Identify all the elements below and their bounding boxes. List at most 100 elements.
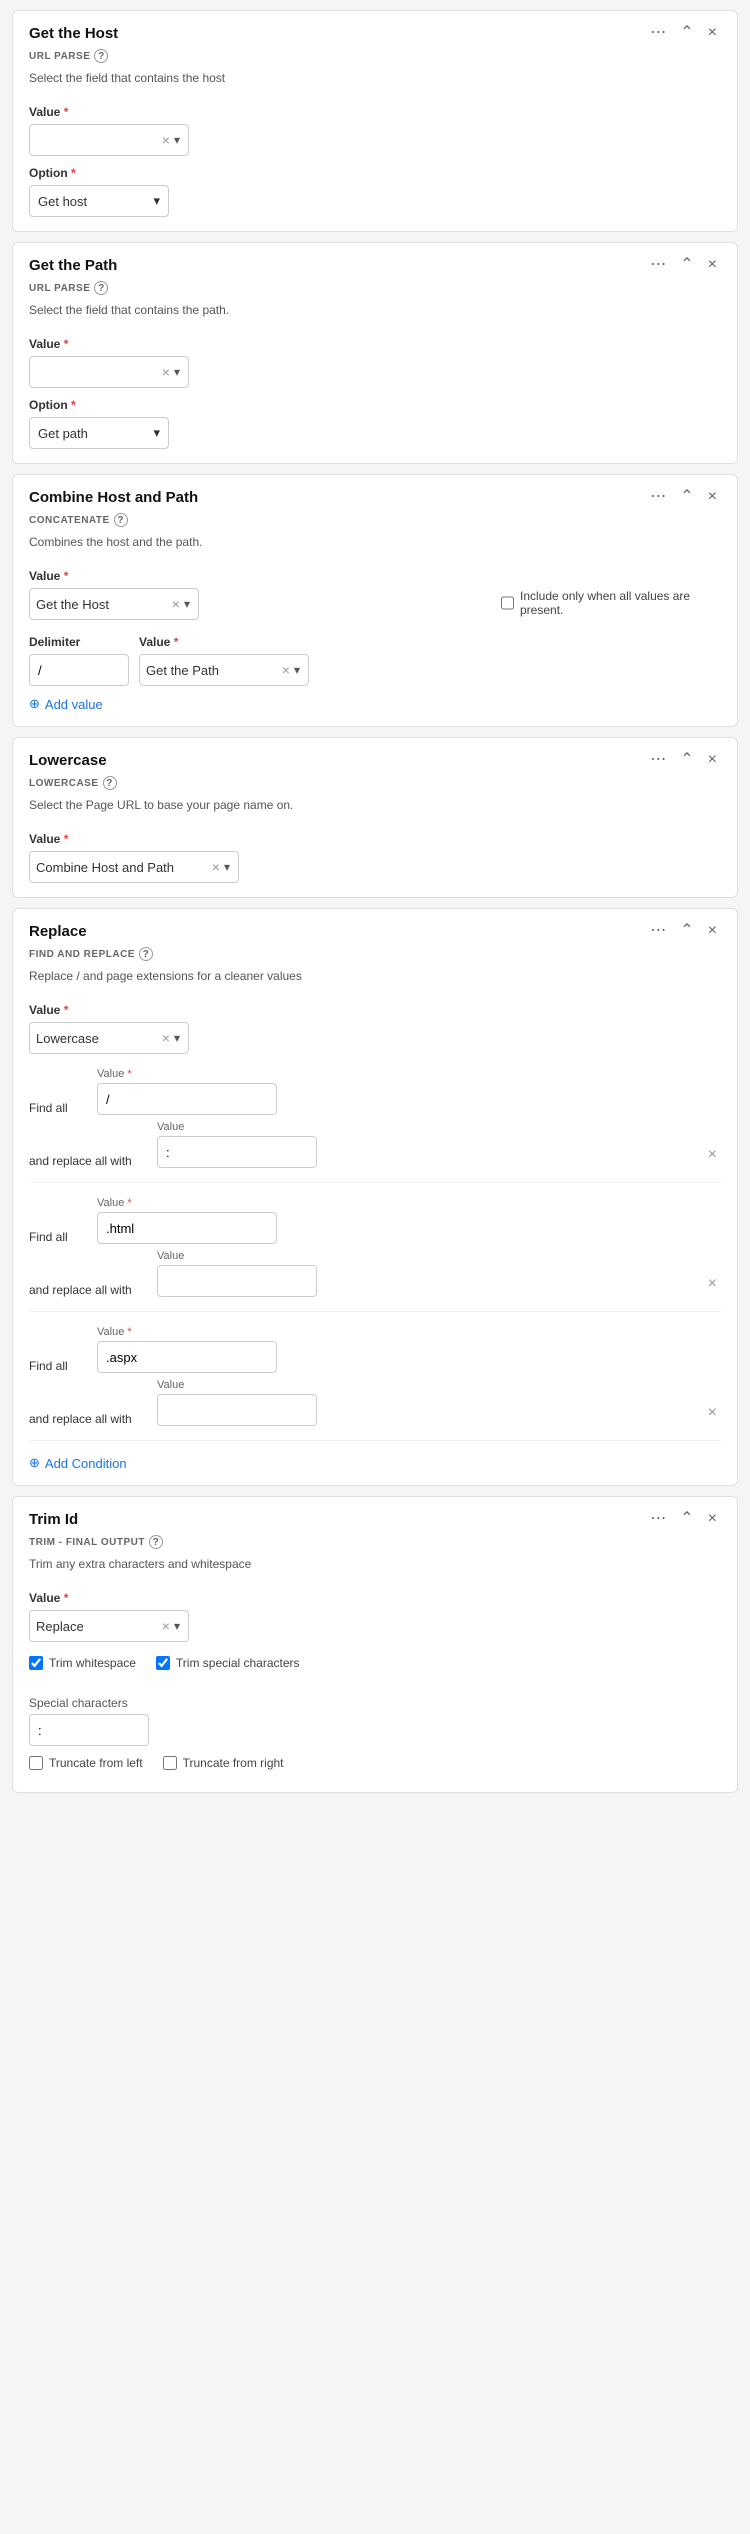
get-the-path-badge: URL PARSE ? (13, 281, 737, 299)
get-the-host-option-select[interactable]: Get host ▾ (29, 185, 169, 217)
replace-find-input-2[interactable] (97, 1341, 277, 1373)
get-the-path-more-btn[interactable]: ⋯ (646, 255, 670, 275)
get-the-path-option-select[interactable]: Get path ▾ (29, 417, 169, 449)
trim-value-clear[interactable]: × (160, 1618, 172, 1634)
combine-checkbox[interactable] (501, 596, 514, 610)
replace-more-btn[interactable]: ⋯ (646, 921, 670, 941)
combine-value2-clear[interactable]: × (280, 662, 292, 678)
get-the-path-close-btn[interactable]: × (704, 255, 721, 275)
combine-value1-chevron[interactable]: ▾ (182, 597, 192, 611)
trim-help-icon[interactable]: ? (149, 1535, 163, 1549)
lowercase-close-btn[interactable]: × (704, 750, 721, 770)
get-the-path-value-chevron[interactable]: ▾ (172, 365, 182, 379)
trim-badge: TRIM - FINAL OUTPUT ? (13, 1535, 737, 1553)
replace-card: Replace ⋯ ⌃ × FIND AND REPLACE ? Replace… (12, 908, 738, 1486)
combine-value2-label: Value * (139, 635, 309, 649)
add-circle-icon: ⊕ (29, 696, 40, 712)
get-the-path-body: Value * × ▾ Option * Get path ▾ (13, 327, 737, 463)
get-the-host-close-btn[interactable]: × (704, 23, 721, 43)
replace-remove-btn-2[interactable]: × (704, 1400, 721, 1426)
replace-with-input-2[interactable] (157, 1394, 317, 1426)
get-the-path-card: Get the Path ⋯ ⌃ × URL PARSE ? Select th… (12, 242, 738, 464)
get-the-path-value-select[interactable]: × ▾ (29, 356, 189, 388)
replace-body: Value * Lowercase × ▾ Find all Value * a… (13, 993, 737, 1485)
replace-title: Replace (29, 923, 87, 940)
lowercase-value-chevron[interactable]: ▾ (222, 860, 232, 874)
trim-special-chars-input[interactable] (29, 1714, 149, 1746)
lowercase-value-clear[interactable]: × (210, 859, 222, 875)
get-the-host-title: Get the Host (29, 25, 118, 42)
combine-add-value-btn[interactable]: ⊕ Add value (29, 696, 103, 712)
replace-find-input-1[interactable] (97, 1212, 277, 1244)
trim-more-btn[interactable]: ⋯ (646, 1509, 670, 1529)
replace-condition-1: Find all Value * and replace all with Va… (29, 1197, 721, 1312)
trim-body: Value * Replace × ▾ Trim whitespace Trim… (13, 1581, 737, 1792)
get-the-host-value-select[interactable]: × ▾ (29, 124, 189, 156)
get-the-host-value-clear[interactable]: × (160, 132, 172, 148)
combine-help-icon[interactable]: ? (114, 513, 128, 527)
get-the-path-actions: ⋯ ⌃ × (646, 255, 721, 275)
get-the-host-desc: Select the field that contains the host (13, 67, 737, 95)
replace-find-input-0[interactable] (97, 1083, 277, 1115)
trim-truncate-left-checkbox[interactable] (29, 1756, 43, 1770)
replace-actions: ⋯ ⌃ × (646, 921, 721, 941)
trim-collapse-btn[interactable]: ⌃ (676, 1509, 697, 1529)
lowercase-help-icon[interactable]: ? (103, 776, 117, 790)
trim-special-chars-section: Special characters (29, 1696, 721, 1746)
trim-special-checkbox[interactable] (156, 1656, 170, 1670)
combine-card: Combine Host and Path ⋯ ⌃ × CONCATENATE … (12, 474, 738, 727)
replace-badge: FIND AND REPLACE ? (13, 947, 737, 965)
replace-condition-2: Find all Value * and replace all with Va… (29, 1326, 721, 1441)
lowercase-value-select[interactable]: Combine Host and Path × ▾ (29, 851, 239, 883)
trim-whitespace-checkbox[interactable] (29, 1656, 43, 1670)
add-condition-btn[interactable]: ⊕ Add Condition (29, 1455, 127, 1471)
replace-with-input-0[interactable] (157, 1136, 317, 1168)
combine-checkbox-label[interactable]: Include only when all values are present… (501, 589, 721, 617)
trim-title: Trim Id (29, 1511, 78, 1528)
replace-close-btn[interactable]: × (704, 921, 721, 941)
combine-delimiter-input[interactable] (29, 654, 129, 686)
lowercase-desc: Select the Page URL to base your page na… (13, 794, 737, 822)
combine-actions: ⋯ ⌃ × (646, 487, 721, 507)
replace-value-chevron[interactable]: ▾ (172, 1031, 182, 1045)
get-the-host-card: Get the Host ⋯ ⌃ × URL PARSE ? Select th… (12, 10, 738, 232)
replace-remove-btn-0[interactable]: × (704, 1142, 721, 1168)
get-the-host-value-chevron[interactable]: ▾ (172, 133, 182, 147)
trim-truncate-right-label[interactable]: Truncate from right (163, 1756, 284, 1770)
replace-collapse-btn[interactable]: ⌃ (676, 921, 697, 941)
combine-value2-chevron[interactable]: ▾ (292, 663, 302, 677)
get-the-path-value-clear[interactable]: × (160, 364, 172, 380)
get-the-path-option-row: Option * Get path ▾ (29, 398, 721, 449)
get-the-path-collapse-btn[interactable]: ⌃ (676, 255, 697, 275)
combine-value1-clear[interactable]: × (170, 596, 182, 612)
combine-value2-group: Value * Get the Path × ▾ (139, 635, 309, 686)
lowercase-more-btn[interactable]: ⋯ (646, 750, 670, 770)
trim-whitespace-label[interactable]: Trim whitespace (29, 1656, 136, 1670)
combine-more-btn[interactable]: ⋯ (646, 487, 670, 507)
combine-close-btn[interactable]: × (704, 487, 721, 507)
trim-row-2: Truncate from left Truncate from right (29, 1756, 721, 1778)
lowercase-collapse-btn[interactable]: ⌃ (676, 750, 697, 770)
lowercase-card: Lowercase ⋯ ⌃ × LOWERCASE ? Select the P… (12, 737, 738, 898)
replace-help-icon[interactable]: ? (139, 947, 153, 961)
trim-special-label[interactable]: Trim special characters (156, 1656, 300, 1670)
trim-close-btn[interactable]: × (704, 1509, 721, 1529)
trim-value-chevron[interactable]: ▾ (172, 1619, 182, 1633)
get-the-path-value-input[interactable] (36, 365, 160, 380)
get-the-path-help-icon[interactable]: ? (94, 281, 108, 295)
trim-truncate-right-checkbox[interactable] (163, 1756, 177, 1770)
get-the-host-collapse-btn[interactable]: ⌃ (676, 23, 697, 43)
trim-truncate-left-label[interactable]: Truncate from left (29, 1756, 143, 1770)
get-the-host-help-icon[interactable]: ? (94, 49, 108, 63)
combine-collapse-btn[interactable]: ⌃ (676, 487, 697, 507)
combine-value2-select[interactable]: Get the Path × ▾ (139, 654, 309, 686)
trim-value-select[interactable]: Replace × ▾ (29, 1610, 189, 1642)
replace-value-clear[interactable]: × (160, 1030, 172, 1046)
combine-value1-select[interactable]: Get the Host × ▾ (29, 588, 199, 620)
replace-with-input-1[interactable] (157, 1265, 317, 1297)
get-the-host-value-input[interactable] (36, 133, 160, 148)
replace-value-select[interactable]: Lowercase × ▾ (29, 1022, 189, 1054)
replace-remove-btn-1[interactable]: × (704, 1271, 721, 1297)
get-the-host-more-btn[interactable]: ⋯ (646, 23, 670, 43)
trim-card: Trim Id ⋯ ⌃ × TRIM - FINAL OUTPUT ? Trim… (12, 1496, 738, 1793)
